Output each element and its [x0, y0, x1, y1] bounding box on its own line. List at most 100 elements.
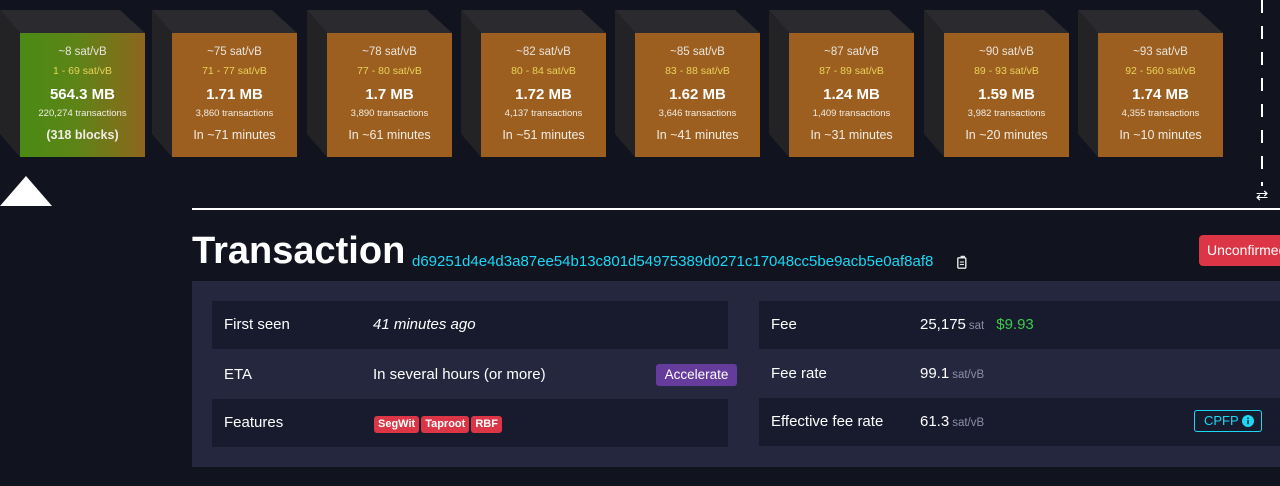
feature-badges: SegWit Taproot RBF — [374, 399, 504, 447]
mempool-block[interactable]: ~82 sat/vB 80 - 84 sat/vB 1.72 MB 4,137 … — [461, 10, 606, 157]
eta-row: ETA In several hours (or more) Accelerat… — [212, 351, 737, 399]
block-size: 1.74 MB — [1132, 86, 1189, 103]
first-seen-row: First seen 41 minutes ago — [212, 301, 728, 349]
block-median-fee: ~75 sat/vB — [207, 46, 262, 58]
block-top-face — [615, 10, 760, 33]
block-size: 1.71 MB — [206, 86, 263, 103]
block-front-face: ~87 sat/vB 87 - 89 sat/vB 1.24 MB 1,409 … — [789, 33, 914, 157]
block-size: 564.3 MB — [49, 86, 116, 103]
fee-rate-row: Fee rate 99.1 sat/vB — [759, 350, 1280, 398]
block-front-face: ~8 sat/vB 1 - 69 sat/vB 564.3 MB 220,274… — [20, 33, 145, 157]
fee-value: 25,175 sat $9.93 — [920, 301, 1034, 350]
txid-link[interactable]: d69251d4e4d3a87ee54b13c801d54975389d0271… — [412, 251, 933, 273]
block-fee-range: 83 - 88 sat/vB — [665, 65, 730, 77]
block-size: 1.59 MB — [978, 86, 1035, 103]
effective-fee-rate-unit: sat/vB — [952, 417, 985, 429]
block-median-fee: ~90 sat/vB — [979, 46, 1034, 58]
block-fee-range: 80 - 84 sat/vB — [511, 65, 576, 77]
block-median-fee: ~8 sat/vB — [58, 46, 107, 58]
effective-fee-rate-label: Effective fee rate — [771, 413, 884, 430]
block-size: 1.72 MB — [515, 86, 572, 103]
features-row: Features SegWit Taproot RBF — [212, 399, 728, 447]
cpfp-button[interactable]: CPFP — [1194, 410, 1262, 432]
block-eta: In ~10 minutes — [1119, 128, 1202, 142]
mempool-block[interactable]: ~75 sat/vB 71 - 77 sat/vB 1.71 MB 3,860 … — [152, 10, 297, 157]
block-tx-count: 4,355 transactions — [1121, 108, 1200, 119]
section-divider — [192, 208, 1280, 210]
block-size: 1.24 MB — [823, 86, 880, 103]
block-top-face — [0, 10, 145, 33]
info-icon — [1242, 415, 1254, 427]
fee-usd-value: $9.93 — [996, 316, 1034, 333]
feature-badge-segwit[interactable]: SegWit — [374, 416, 420, 433]
fee-unit: sat — [968, 320, 985, 332]
block-fee-range: 77 - 80 sat/vB — [357, 65, 422, 77]
block-side-face — [461, 10, 481, 157]
block-top-face — [1078, 10, 1223, 33]
block-front-face: ~85 sat/vB 83 - 88 sat/vB 1.62 MB 3,646 … — [635, 33, 760, 157]
block-eta: In ~71 minutes — [193, 128, 276, 142]
mempool-blocks: ~8 sat/vB 1 - 69 sat/vB 564.3 MB 220,274… — [0, 0, 1240, 210]
status-badge: Unconfirmed — [1199, 235, 1280, 266]
eta-label: ETA — [224, 366, 253, 383]
block-median-fee: ~85 sat/vB — [670, 46, 725, 58]
block-eta: In ~31 minutes — [810, 128, 893, 142]
selected-block-arrow-icon — [0, 176, 52, 206]
block-top-face — [152, 10, 297, 33]
mempool-block[interactable]: ~93 sat/vB 92 - 560 sat/vB 1.74 MB 4,355… — [1078, 10, 1223, 157]
cpfp-label: CPFP — [1204, 413, 1239, 428]
block-eta: (318 blocks) — [46, 128, 119, 142]
page-title: Transaction — [192, 230, 406, 272]
block-fee-range: 92 - 560 sat/vB — [1125, 65, 1196, 77]
block-eta: In ~20 minutes — [965, 128, 1048, 142]
mempool-block[interactable]: ~90 sat/vB 89 - 93 sat/vB 1.59 MB 3,982 … — [924, 10, 1069, 157]
block-top-face — [307, 10, 452, 33]
block-side-face — [307, 10, 327, 157]
block-side-face — [769, 10, 789, 157]
block-median-fee: ~93 sat/vB — [1133, 46, 1188, 58]
block-tx-count: 3,646 transactions — [658, 108, 737, 119]
block-side-face — [1078, 10, 1098, 157]
feature-badge-rbf[interactable]: RBF — [471, 416, 502, 433]
block-side-face — [615, 10, 635, 157]
features-label: Features — [224, 414, 284, 431]
mempool-block[interactable]: ~78 sat/vB 77 - 80 sat/vB 1.7 MB 3,890 t… — [307, 10, 452, 157]
fee-rate-unit: sat/vB — [952, 369, 985, 381]
block-median-fee: ~82 sat/vB — [516, 46, 571, 58]
block-top-face — [769, 10, 914, 33]
effective-fee-rate-amount: 61.3 — [920, 413, 950, 430]
fee-rate-value: 99.1 sat/vB — [920, 350, 984, 399]
eta-value: In several hours (or more) — [373, 366, 546, 383]
block-eta: In ~51 minutes — [502, 128, 585, 142]
block-top-face — [924, 10, 1069, 33]
mempool-block[interactable]: ~87 sat/vB 87 - 89 sat/vB 1.24 MB 1,409 … — [769, 10, 914, 157]
swap-direction-icon[interactable]: ⇄ — [1252, 186, 1272, 206]
block-side-face — [924, 10, 944, 157]
feature-badge-taproot[interactable]: Taproot — [421, 416, 470, 433]
block-tx-count: 3,890 transactions — [350, 108, 429, 119]
block-fee-range: 1 - 69 sat/vB — [53, 65, 112, 77]
block-fee-range: 87 - 89 sat/vB — [819, 65, 884, 77]
first-seen-label: First seen — [224, 316, 290, 333]
block-side-face — [0, 10, 20, 157]
block-size: 1.62 MB — [669, 86, 726, 103]
fee-rate-label: Fee rate — [771, 365, 827, 382]
fee-rate-amount: 99.1 — [920, 365, 950, 382]
fee-label: Fee — [771, 316, 797, 333]
transaction-details: First seen 41 minutes ago ETA In several… — [192, 281, 1280, 467]
block-front-face: ~82 sat/vB 80 - 84 sat/vB 1.72 MB 4,137 … — [481, 33, 606, 157]
page: ~8 sat/vB 1 - 69 sat/vB 564.3 MB 220,274… — [0, 0, 1280, 486]
effective-fee-rate-row: Effective fee rate 61.3 sat/vB CPFP — [759, 398, 1280, 446]
block-median-fee: ~87 sat/vB — [824, 46, 879, 58]
block-front-face: ~75 sat/vB 71 - 77 sat/vB 1.71 MB 3,860 … — [172, 33, 297, 157]
copy-icon[interactable] — [957, 255, 969, 269]
accelerate-button[interactable]: Accelerate — [656, 364, 737, 386]
block-tx-count: 4,137 transactions — [504, 108, 583, 119]
block-tx-count: 220,274 transactions — [38, 108, 127, 119]
block-top-face — [461, 10, 606, 33]
fee-row: Fee 25,175 sat $9.93 — [759, 301, 1280, 349]
block-tx-count: 3,982 transactions — [967, 108, 1046, 119]
fee-amount: 25,175 — [920, 316, 966, 333]
mempool-block[interactable]: ~8 sat/vB 1 - 69 sat/vB 564.3 MB 220,274… — [0, 10, 145, 157]
mempool-block[interactable]: ~85 sat/vB 83 - 88 sat/vB 1.62 MB 3,646 … — [615, 10, 760, 157]
